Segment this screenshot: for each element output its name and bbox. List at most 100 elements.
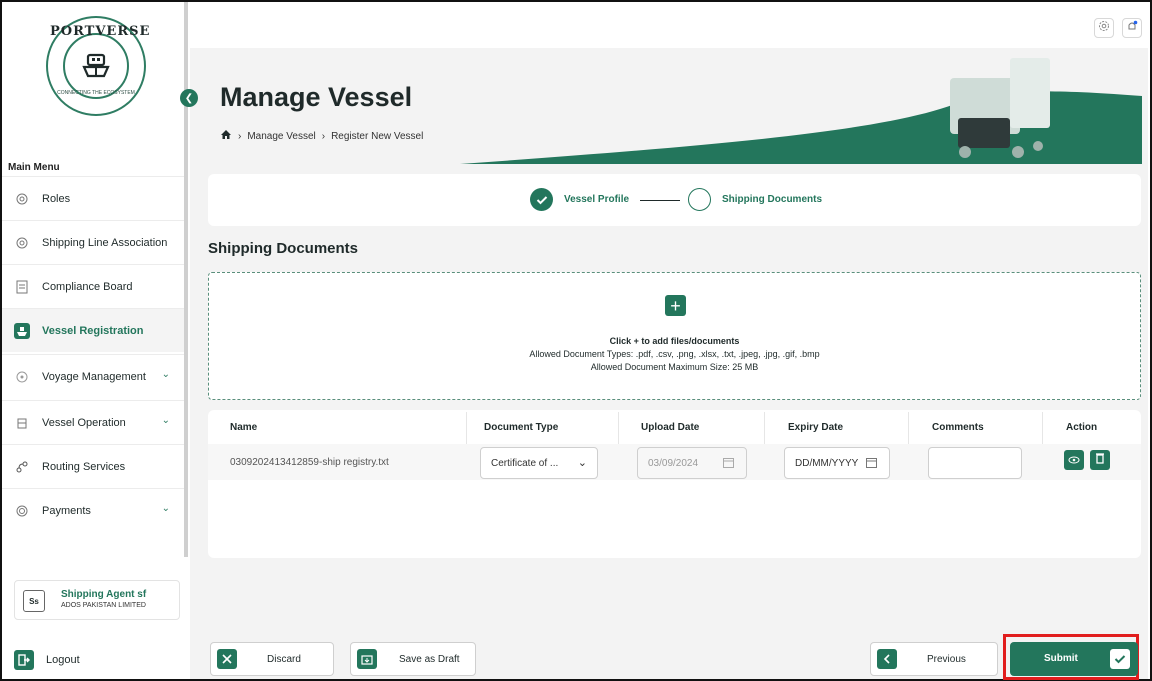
discard-button[interactable]: Discard [210, 642, 334, 676]
trash-icon [1095, 451, 1105, 469]
sidebar-item-label: Shipping Line Association [42, 236, 168, 249]
route-icon [14, 459, 30, 475]
sidebar-item-label: Payments [42, 504, 91, 517]
save-draft-label: Save as Draft [399, 653, 460, 665]
document-icon [14, 279, 30, 295]
vessel-icon [14, 415, 30, 431]
expiry-date-placeholder: DD/MM/YYYY [795, 457, 859, 469]
roles-icon [14, 191, 30, 207]
column-header-action: Action [1066, 422, 1098, 433]
column-header-expiry-date: Expiry Date [788, 422, 844, 433]
sidebar-item-voyage-management[interactable]: Voyage Management ⌄ [2, 354, 186, 398]
user-profile-card[interactable]: Ss Shipping Agent sf ADOS PAKISTAN LIMIT… [14, 580, 180, 620]
plus-icon: + [670, 295, 681, 316]
calendar-icon[interactable] [866, 457, 877, 471]
payments-icon [14, 503, 30, 519]
allowed-types: Allowed Document Types: .pdf, .csv, .png… [529, 349, 820, 359]
logout-button[interactable]: Logout [14, 650, 80, 670]
add-file-button[interactable]: + [665, 295, 686, 316]
sidebar-item-shipping-line-association[interactable]: Shipping Line Association [2, 220, 186, 264]
column-header-upload-date: Upload Date [641, 422, 700, 433]
step-current-icon [688, 188, 711, 211]
sidebar-item-label: Roles [42, 192, 71, 205]
document-type-value: Certificate of ... [491, 457, 559, 469]
save-draft-icon [357, 649, 377, 669]
previous-button[interactable]: Previous [870, 642, 998, 676]
breadcrumb: › Manage Vessel › Register New Vessel [220, 129, 423, 143]
logout-label: Logout [46, 654, 80, 666]
delete-document-button[interactable] [1090, 450, 1110, 470]
save-draft-button[interactable]: Save as Draft [350, 642, 476, 676]
chevron-down-icon: ⌄ [161, 369, 170, 380]
logo-tagline: CONNECTING THE ECOSYSTEM [57, 90, 135, 96]
upload-instruction: Click + to add files/documents [609, 336, 740, 346]
collapse-sidebar-button[interactable]: ❮ [180, 89, 198, 107]
document-name: 0309202413412859-ship registry.txt [230, 457, 389, 468]
settings-button[interactable] [1094, 18, 1114, 38]
chevron-down-icon: ⌄ [577, 457, 587, 469]
sidebar-item-compliance-board[interactable]: Compliance Board [2, 264, 186, 308]
column-header-name: Name [230, 422, 258, 433]
column-header-document-type: Document Type [484, 422, 559, 433]
logo-wordmark: PORTVERSE [50, 24, 151, 39]
user-name: Shipping Agent sf [61, 589, 147, 600]
sidebar: PORTVERSE CONNECTING THE ECOSYSTEM Main … [2, 2, 186, 679]
calendar-icon [723, 457, 734, 471]
sidebar-item-vessel-operation[interactable]: Vessel Operation ⌄ [2, 400, 186, 444]
column-header-comments: Comments [932, 422, 984, 433]
top-bar [190, 2, 1148, 46]
submit-label: Submit [1044, 653, 1078, 664]
sidebar-scrollbar[interactable] [184, 2, 188, 557]
home-icon[interactable] [220, 129, 232, 143]
ship-icon [14, 322, 30, 339]
upload-date-field: 03/09/2024 [637, 447, 747, 479]
sidebar-item-routing-services[interactable]: Routing Services [2, 444, 186, 488]
eye-icon [1068, 451, 1080, 469]
close-icon [217, 649, 237, 669]
sidebar-item-label: Routing Services [42, 460, 126, 473]
notifications-button[interactable] [1122, 18, 1142, 38]
step-label-vessel-profile[interactable]: Vessel Profile [564, 194, 629, 205]
page-title: Manage Vessel [220, 82, 413, 112]
expiry-date-field[interactable]: DD/MM/YYYY [784, 447, 890, 479]
sidebar-item-vessel-registration[interactable]: Vessel Registration [2, 308, 186, 352]
comments-input[interactable] [928, 447, 1022, 479]
main-menu-label: Main Menu [8, 162, 60, 173]
sidebar-item-label: Vessel Registration [42, 324, 144, 337]
step-connector [640, 200, 680, 201]
submit-button[interactable]: Submit [1010, 642, 1138, 676]
documents-table: Name Document Type Upload Date Expiry Da… [208, 410, 1141, 558]
bell-icon [1126, 19, 1138, 37]
file-dropzone[interactable]: + Click + to add files/documents Allowed… [208, 272, 1141, 400]
avatar: Ss [23, 590, 45, 612]
compass-icon [14, 369, 30, 385]
section-title: Shipping Documents [208, 240, 358, 257]
step-completed-icon [530, 188, 553, 211]
sidebar-item-payments[interactable]: Payments ⌄ [2, 488, 186, 532]
sidebar-item-label: Compliance Board [42, 280, 133, 293]
gear-icon [1098, 19, 1110, 37]
step-label-shipping-documents: Shipping Documents [722, 194, 822, 205]
chevron-down-icon: ⌄ [161, 415, 170, 426]
chevron-left-icon [877, 649, 897, 669]
sidebar-item-label: Vessel Operation [42, 416, 126, 429]
discard-label: Discard [267, 653, 301, 665]
check-icon [1110, 649, 1130, 669]
upload-date-value: 03/09/2024 [648, 457, 699, 469]
sidebar-item-roles[interactable]: Roles [2, 176, 186, 220]
chevron-down-icon: ⌄ [161, 503, 170, 514]
breadcrumb-separator: › [321, 130, 326, 142]
document-type-select[interactable]: Certificate of ... ⌄ [480, 447, 598, 479]
sidebar-item-label: Voyage Management [42, 370, 146, 383]
chevron-left-icon: ❮ [184, 92, 194, 104]
view-document-button[interactable] [1064, 450, 1084, 470]
stepper: Vessel Profile Shipping Documents [208, 174, 1141, 226]
previous-label: Previous [927, 653, 966, 665]
logout-icon [14, 650, 34, 670]
user-company: ADOS PAKISTAN LIMITED [61, 602, 146, 609]
breadcrumb-manage-vessel[interactable]: Manage Vessel [247, 131, 315, 142]
breadcrumb-current: Register New Vessel [331, 130, 424, 142]
max-size: Allowed Document Maximum Size: 25 MB [590, 362, 759, 372]
association-icon [14, 235, 30, 251]
breadcrumb-separator: › [238, 130, 242, 142]
